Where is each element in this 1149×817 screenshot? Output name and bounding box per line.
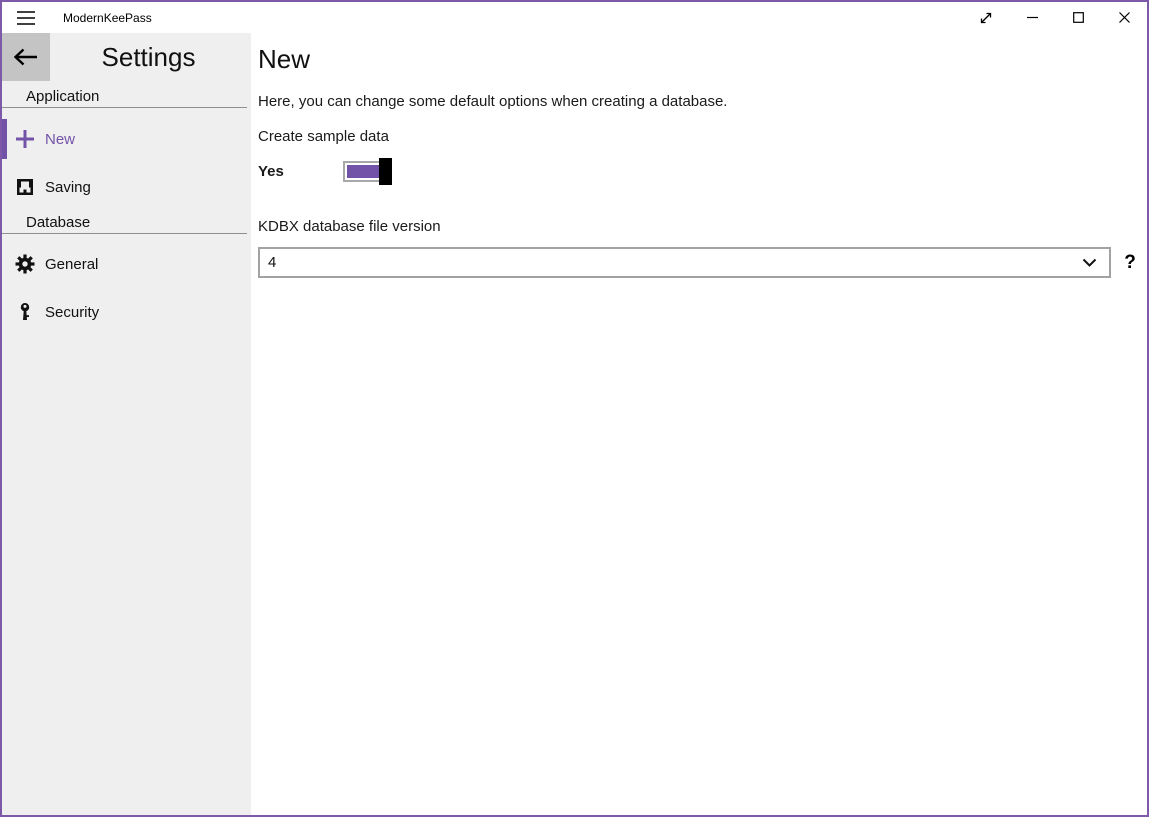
back-arrow-icon (14, 48, 38, 66)
maximize-button[interactable] (1055, 2, 1101, 33)
fullscreen-icon (979, 11, 993, 25)
maximize-icon (1073, 12, 1084, 23)
app-body: Settings Application New (2, 33, 1147, 815)
sidebar-item-label: General (45, 256, 98, 273)
plus-icon (15, 129, 35, 149)
page-description: Here, you can change some default option… (258, 93, 1139, 110)
window-controls (963, 2, 1147, 33)
fullscreen-button[interactable] (963, 2, 1009, 33)
close-button[interactable] (1101, 2, 1147, 33)
section-header-application: Application (2, 88, 247, 108)
key-icon (15, 302, 35, 322)
kdbx-version-label: KDBX database file version (258, 218, 1139, 235)
app-title: ModernKeePass (63, 11, 152, 25)
close-icon (1119, 12, 1130, 23)
sidebar-item-label: New (45, 131, 75, 148)
toggle-state-label: Yes (258, 163, 343, 180)
kdbx-version-dropdown[interactable]: 4 (258, 247, 1111, 278)
app-window: ModernKeePass (0, 0, 1149, 817)
create-sample-data-row: Yes (258, 158, 1139, 185)
hamburger-menu-button[interactable] (2, 2, 50, 33)
title-bar: ModernKeePass (2, 2, 1147, 33)
settings-page-new: New Here, you can change some default op… (251, 33, 1147, 815)
settings-sidebar: Settings Application New (2, 33, 251, 815)
gear-icon (15, 254, 35, 274)
toggle-thumb[interactable] (379, 158, 392, 185)
kdbx-version-help-button[interactable]: ? (1121, 252, 1139, 274)
hamburger-icon (17, 10, 35, 26)
back-button[interactable] (2, 33, 50, 81)
kdbx-version-row: 4 ? (258, 247, 1139, 278)
section-header-database: Database (2, 214, 247, 234)
sidebar-item-saving[interactable]: Saving (2, 163, 251, 211)
chevron-down-icon (1082, 258, 1097, 267)
sidebar-item-security[interactable]: Security (2, 288, 251, 336)
sidebar-item-new[interactable]: New (2, 115, 251, 163)
kdbx-version-selected-value: 4 (268, 254, 1082, 271)
sidebar-item-label: Saving (45, 179, 91, 196)
minimize-button[interactable] (1009, 2, 1055, 33)
page-title: New (258, 42, 1139, 76)
sidebar-item-label: Security (45, 304, 99, 321)
save-icon (15, 177, 35, 197)
create-sample-data-toggle[interactable] (343, 161, 392, 182)
sidebar-item-general[interactable]: General (2, 240, 251, 288)
minimize-icon (1027, 12, 1038, 23)
create-sample-data-label: Create sample data (258, 128, 1139, 145)
settings-title: Settings (50, 42, 247, 73)
